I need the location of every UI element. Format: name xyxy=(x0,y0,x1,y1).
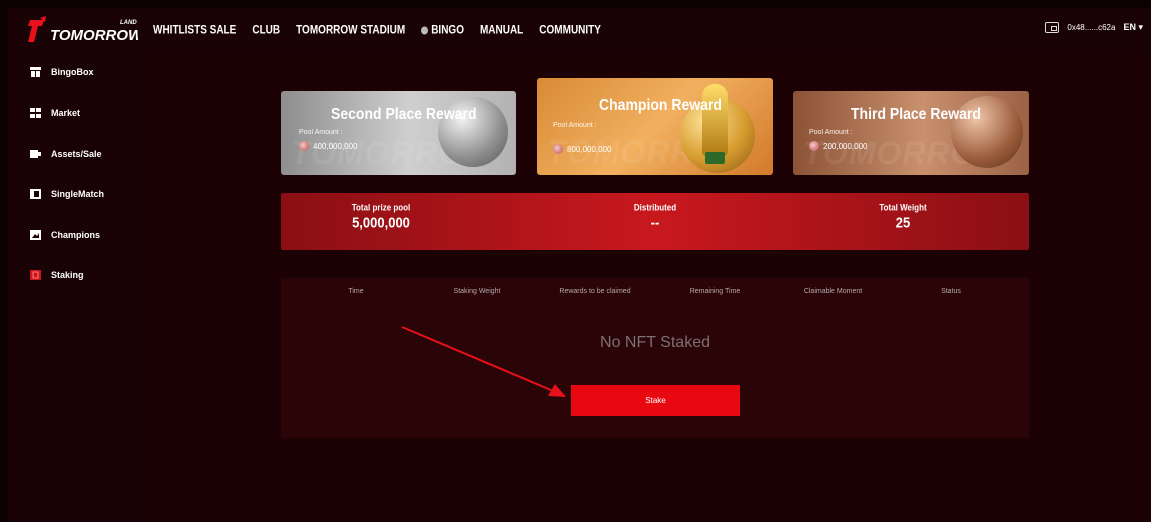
main-nav: WHITLISTS SALE CLUB TOMORROW STADIUM BIN… xyxy=(153,8,601,53)
staking-icon xyxy=(30,270,41,280)
column-header-remaining-time: Remaining Time xyxy=(689,288,741,295)
wallet-icon[interactable] xyxy=(1045,22,1060,33)
nav-tomorrow-stadium[interactable]: TOMORROW STADIUM xyxy=(296,24,405,37)
wallet-area: 0x48......c62a EN ▾ xyxy=(1045,22,1143,33)
distributed: Distributed -- xyxy=(633,202,677,232)
champion-card: TOMORROW Champion Reward Pool Amount : 8… xyxy=(537,78,773,175)
column-header-status: Status xyxy=(941,288,961,295)
nav-club[interactable]: CLUB xyxy=(252,24,280,37)
total-prize-pool: Total prize pool 5,000,000 xyxy=(351,202,411,232)
sidebar-item-singlematch[interactable]: SingleMatch xyxy=(30,189,104,199)
top-header: TOMORROW LAND WHITLISTS SALE CLUB TOMORR… xyxy=(8,8,1151,53)
total-weight: Total Weight 25 xyxy=(879,202,927,232)
sidebar-item-bingobox[interactable]: BingoBox xyxy=(30,67,94,77)
chevron-down-icon: ▾ xyxy=(1138,22,1143,32)
main-content: TOMORROW Second Place Reward Pool Amount… xyxy=(148,53,1151,522)
sidebar-item-assets-sale[interactable]: Assets/Sale xyxy=(30,149,102,159)
column-header-time: Time xyxy=(348,288,364,295)
sidebar-item-label: Assets/Sale xyxy=(51,149,102,159)
nav-community[interactable]: COMMUNITY xyxy=(539,24,601,37)
logo[interactable]: TOMORROW LAND xyxy=(28,14,144,48)
sidebar: BingoBox Market Assets/Sale SingleMatch … xyxy=(8,53,148,522)
sidebar-item-label: Market xyxy=(51,108,81,118)
staking-table: Time Staking Weight Rewards to be claime… xyxy=(281,278,1029,438)
bingo-ball-icon xyxy=(421,26,429,35)
logo-text: TOMORROW xyxy=(50,27,138,44)
champions-icon xyxy=(30,230,41,240)
pool-label: Pool Amount : xyxy=(809,129,853,136)
match-icon xyxy=(30,189,41,199)
coin-icon xyxy=(809,141,819,151)
stats-bar: Total prize pool 5,000,000 Distributed -… xyxy=(281,193,1029,250)
pool-amount: 800,000,000 xyxy=(553,144,612,154)
pool-amount: 400,000,000 xyxy=(299,141,358,151)
sidebar-item-market[interactable]: Market xyxy=(30,108,80,118)
third-place-card: TOMORROW Third Place Reward Pool Amount … xyxy=(793,91,1029,175)
box-icon xyxy=(30,67,41,77)
coin-icon xyxy=(299,141,309,151)
stake-button[interactable]: Stake xyxy=(571,385,740,416)
wallet-address[interactable]: 0x48......c62a xyxy=(1067,23,1115,32)
card-title: Third Place Reward xyxy=(851,103,981,123)
column-header-staking-weight: Staking Weight xyxy=(453,288,501,295)
card-title: Second Place Reward xyxy=(331,103,477,123)
nav-bingo[interactable]: BINGO xyxy=(421,24,464,37)
column-header-rewards: Rewards to be claimed xyxy=(559,288,631,295)
pool-amount: 200,000,000 xyxy=(809,141,868,151)
nav-manual[interactable]: MANUAL xyxy=(480,24,523,37)
grid-icon xyxy=(30,108,41,118)
table-header: Time Staking Weight Rewards to be claime… xyxy=(281,288,1029,302)
assets-icon xyxy=(30,150,41,158)
sidebar-item-label: BingoBox xyxy=(51,67,94,77)
sidebar-item-label: Champions xyxy=(51,230,101,240)
logo-sub: LAND xyxy=(120,20,137,26)
column-header-claimable-moment: Claimable Moment xyxy=(803,288,863,295)
sidebar-item-champions[interactable]: Champions xyxy=(30,230,100,240)
empty-state: No NFT Staked xyxy=(600,334,710,351)
sidebar-item-staking[interactable]: Staking xyxy=(30,270,84,280)
card-title: Champion Reward xyxy=(599,94,722,114)
pool-label: Pool Amount : xyxy=(299,129,343,136)
sidebar-item-label: SingleMatch xyxy=(51,189,105,199)
sidebar-item-label: Staking xyxy=(51,270,84,280)
coin-icon xyxy=(553,144,563,154)
language-selector[interactable]: EN ▾ xyxy=(1123,22,1143,33)
second-place-card: TOMORROW Second Place Reward Pool Amount… xyxy=(281,91,516,175)
pool-label: Pool Amount : xyxy=(553,122,597,129)
nav-whitelists-sale[interactable]: WHITLISTS SALE xyxy=(153,24,236,37)
